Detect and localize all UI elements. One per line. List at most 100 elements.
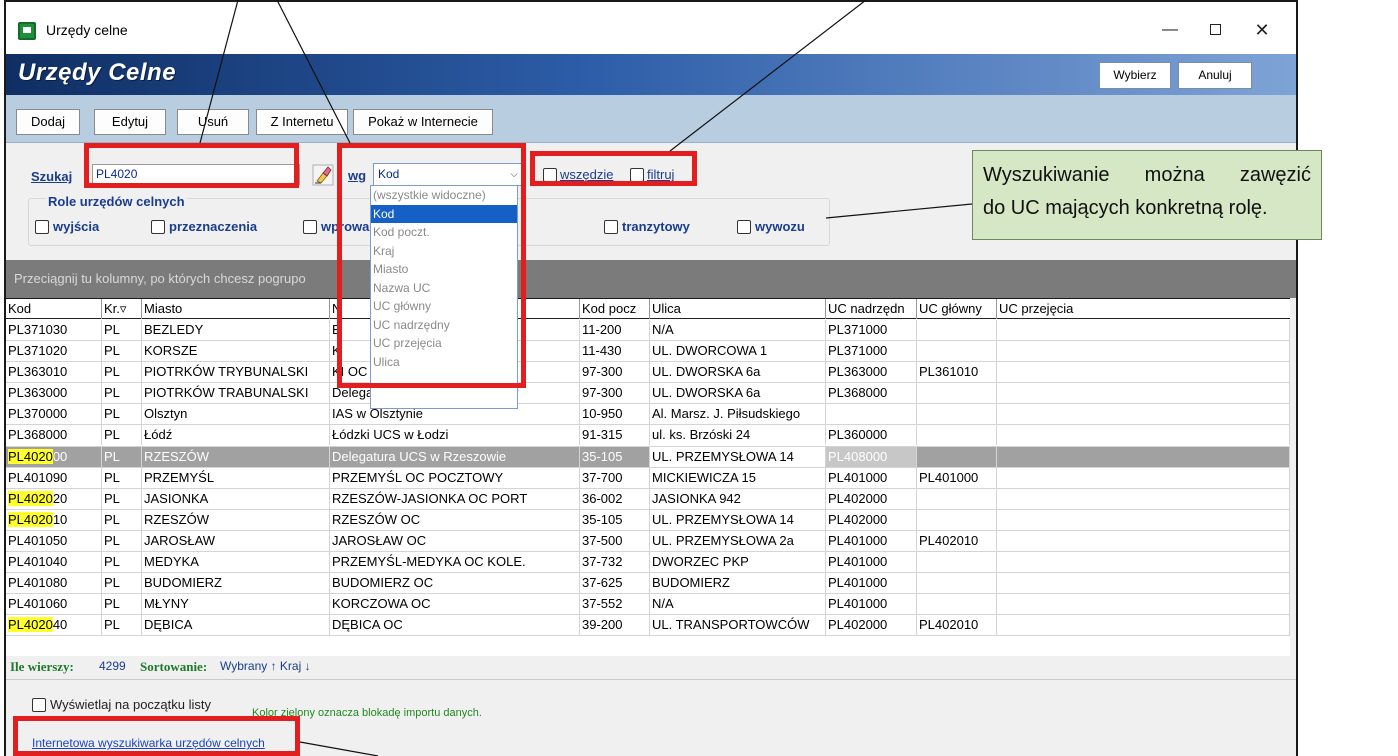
cell-przej [997, 341, 1290, 362]
add-button[interactable]: Dodaj [16, 109, 80, 135]
table-row[interactable]: PL363000 PL PIOTRKÓW TRABUNALSKI Delegatura… [6, 383, 1290, 405]
header-band: Urzędy Celne Wybierz Anuluj [6, 54, 1296, 95]
group-by-bar[interactable]: Przeciągnij tu kolumny, po których chces… [6, 260, 1296, 298]
checkbox-box[interactable] [737, 219, 751, 234]
delete-button[interactable]: Usuń [177, 109, 249, 135]
close-button[interactable]: ✕ [1242, 16, 1282, 44]
cell-miasto: PIOTRKÓW TRYBUNALSKI [142, 362, 330, 383]
table-row[interactable]: PL402010 PL RZESZÓW RZESZÓW OC 35-105 UL. PRZ… [6, 509, 1290, 531]
edit-button[interactable]: Edytuj [94, 109, 166, 135]
cell-miasto: JASIONKA [142, 488, 330, 509]
role-checkbox-export[interactable]: wywozu [737, 219, 805, 234]
checkbox-box[interactable] [35, 219, 49, 234]
cell-glowny: PL402010 [917, 530, 997, 551]
table-row[interactable]: PL401060 PL MŁYNY KORCZOWA OC 37-552 N/A PL401… [6, 594, 1290, 616]
minimize-button[interactable]: — [1150, 16, 1190, 44]
show-first-label: Wyświetlaj na początku listy [50, 697, 211, 712]
column-header[interactable]: Miasto [142, 299, 330, 319]
customs-offices-window: Urzędy celne — ✕ Urzędy Celne Wybierz An… [4, 0, 1298, 756]
show-in-internet-button[interactable]: Pokaż w Internecie [353, 109, 493, 135]
table-row[interactable]: PL370000 PL Olsztyn IAS w Olsztynie 10-950 Al… [6, 404, 1290, 426]
checkbox-box[interactable] [32, 697, 46, 712]
cell-kodp: 37-700 [580, 467, 650, 488]
table-row[interactable]: PL401040 PL MEDYKA PRZEMYŚL-MEDYKA OC KOLE.… [6, 552, 1290, 574]
cell-code-text: PL401050 [8, 532, 68, 548]
checkbox-box[interactable] [604, 219, 618, 234]
role-checkbox-destination[interactable]: przeznaczenia [151, 219, 257, 234]
role-checkbox-exit[interactable]: wyjścia [35, 219, 99, 234]
checkbox-box[interactable] [303, 219, 317, 234]
table-row[interactable]: PL371020 PL KORSZE K 11-430 UL. DWORCOWA 1 PL3… [6, 341, 1290, 363]
show-first-checkbox[interactable]: Wyświetlaj na początku listy [32, 697, 211, 712]
cell-miasto: Łódź [142, 425, 330, 446]
annotation-box-options [530, 151, 697, 186]
cell-ulica: UL. TRANSPORTOWCÓW [650, 615, 826, 636]
rows-count-label: Ile wierszy: [10, 659, 74, 674]
cell-code: PL401060 [6, 594, 102, 615]
cell-nadrz: PL402000 [826, 615, 917, 636]
app-icon [18, 22, 36, 40]
match-highlight: PL4020 [8, 490, 53, 506]
cell-glowny [917, 404, 997, 425]
cell-code: PL402020 [6, 488, 102, 509]
cell-nazwa: DĘBICA OC [330, 615, 580, 636]
column-header[interactable]: UC nadrzędn [826, 299, 917, 319]
cell-ulica: MICKIEWICZA 15 [650, 467, 826, 488]
cell-code-text: PL371030 [8, 322, 68, 337]
cancel-button[interactable]: Anuluj [1178, 62, 1252, 89]
column-header[interactable]: Kod [6, 299, 102, 319]
cell-miasto: KORSZE [142, 341, 330, 362]
cell-kr: PL [102, 341, 142, 362]
table-row[interactable]: PL402020 PL JASIONKA RZESZÓW-JASIONKA OC PO… [6, 488, 1290, 510]
column-header[interactable]: Ulica [650, 299, 826, 319]
rows-count-value: 4299 [99, 659, 126, 673]
table-row[interactable]: PL363010 PL PIOTRKÓW TRYBUNALSKI KI OC 97-30… [6, 362, 1290, 384]
column-header[interactable]: UC główny [917, 299, 997, 319]
table-row[interactable]: PL371030 PL BEZLEDY B 11-200 N/A PL371000 [6, 320, 1290, 342]
cell-przej [997, 425, 1290, 446]
title-bar: Urzędy celne — ✕ [6, 2, 1296, 54]
maximize-button[interactable] [1195, 16, 1235, 44]
column-header[interactable]: Kod pocz [580, 299, 650, 319]
cell-przej [997, 615, 1290, 636]
cell-kr: PL [102, 615, 142, 636]
column-header[interactable]: UC przejęcia [997, 299, 1290, 319]
table-row[interactable]: PL402000 PL RZESZÓW Delegatura UCS w Rzeszo… [6, 446, 1290, 468]
window-title: Urzędy celne [46, 22, 128, 38]
column-header[interactable]: Kr.▿ [102, 299, 142, 319]
cell-nazwa: Delegatura UCS w Rzeszowie [330, 446, 580, 467]
cell-glowny [917, 573, 997, 594]
cell-nazwa: JAROSŁAW OC [330, 530, 580, 551]
cell-nadrz: PL363000 [826, 362, 917, 383]
cell-glowny [917, 383, 997, 404]
table-row[interactable]: PL402040 PL DĘBICA DĘBICA OC 39-200 UL. TRANS… [6, 615, 1290, 637]
cell-code-text: PL363000 [8, 385, 68, 401]
cell-kodp: 37-625 [580, 573, 650, 594]
callout-line: do UC mających konkretną rolę. [983, 197, 1268, 219]
sort-value: Wybrany ↑ Kraj ↓ [220, 659, 311, 673]
cell-przej [997, 509, 1290, 530]
table-row[interactable]: PL401050 PL JAROSŁAW JAROSŁAW OC 37-500 UL. P… [6, 530, 1290, 553]
from-internet-button[interactable]: Z Internetu [256, 109, 348, 135]
cell-przej [997, 446, 1290, 467]
cell-kodp: 11-430 [580, 341, 650, 362]
filter-icon[interactable]: ▿ [120, 301, 127, 316]
cell-code: PL371020 [6, 341, 102, 362]
table-row[interactable]: PL368000 PL Łódź Łódzki UCS w Łodzi 91-315 ul… [6, 425, 1290, 447]
select-button[interactable]: Wybierz [1099, 62, 1171, 89]
table-row[interactable]: PL401090 PL PRZEMYŚL PRZEMYŚL OC POCZTOWY 37… [6, 467, 1290, 489]
cell-code-text: 40 [52, 617, 68, 633]
cell-nazwa: Łódzki UCS w Łodzi [330, 425, 580, 446]
checkbox-box[interactable] [151, 219, 165, 234]
role-checkbox-transit[interactable]: tranzytowy [604, 219, 690, 234]
cell-code: PL401040 [6, 552, 102, 573]
clear-search-icon[interactable] [312, 164, 334, 186]
cell-code: PL363010 [6, 362, 102, 383]
table-row[interactable]: PL401080 PL BUDOMIERZ BUDOMIERZ OC 37-625 BUD… [6, 573, 1290, 595]
cell-nadrz: PL401000 [826, 594, 917, 615]
sort-label: Sortowanie: [140, 659, 208, 674]
cell-nazwa: RZESZÓW-JASIONKA OC PORT [330, 488, 580, 509]
cell-kodp: 36-002 [580, 488, 650, 509]
cell-ulica: Al. Marsz. J. Piłsudskiego [650, 404, 826, 425]
cell-nadrz: PL401000 [826, 530, 917, 551]
